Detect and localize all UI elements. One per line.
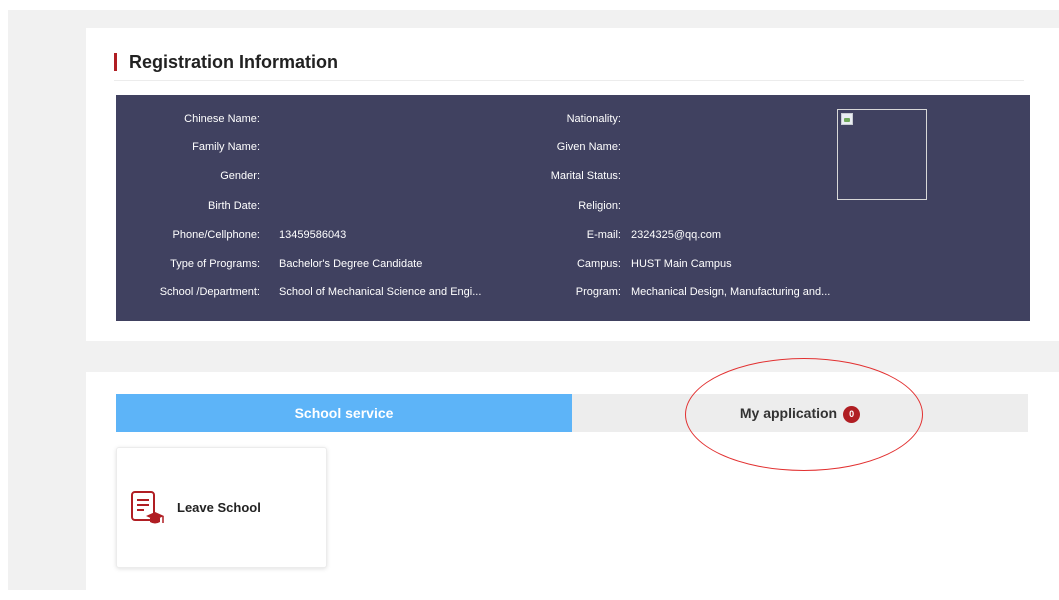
- registration-card: Registration Information Chinese Name: N…: [86, 28, 1059, 341]
- tab-school-service-label: School service: [294, 405, 394, 421]
- student-photo: [837, 109, 927, 200]
- program-type-value: Bachelor's Degree Candidate: [279, 258, 423, 270]
- info-row: Type of Programs: Bachelor's Degree Cand…: [116, 254, 1030, 274]
- gender-label: Gender:: [220, 170, 260, 182]
- tab-school-service[interactable]: School service: [116, 394, 572, 432]
- phone-value: 13459586043: [279, 229, 347, 241]
- program-label: Program:: [575, 286, 621, 298]
- marital-status-label: Marital Status:: [550, 170, 621, 182]
- info-row: School /Department: School of Mechanical…: [116, 282, 1030, 302]
- family-name-label: Family Name:: [192, 141, 260, 153]
- leave-school-document-icon: [131, 491, 164, 524]
- email-value: 2324325@qq.com: [631, 229, 722, 241]
- services-card: School service My application 0 Leave Sch…: [86, 372, 1059, 597]
- service-label: Leave School: [177, 500, 261, 515]
- campus-value: HUST Main Campus: [631, 258, 732, 270]
- section-header: Registration Information: [114, 50, 1024, 81]
- email-label: E-mail:: [586, 229, 621, 241]
- birth-date-label: Birth Date:: [208, 200, 260, 212]
- page-background: Registration Information Chinese Name: N…: [8, 10, 1059, 597]
- program-value: Mechanical Design, Manufacturing and...: [631, 286, 831, 298]
- religion-label: Religion:: [578, 200, 621, 212]
- leave-school-card[interactable]: Leave School: [116, 447, 327, 568]
- title-accent-bar: [114, 53, 117, 71]
- page-title: Registration Information: [129, 52, 339, 72]
- broken-image-icon: [841, 113, 853, 125]
- info-row: Phone/Cellphone: 13459586043 E-mail: 232…: [116, 225, 1030, 245]
- tab-my-application-label: My application: [739, 405, 838, 421]
- chinese-name-label: Chinese Name:: [184, 113, 260, 125]
- given-name-label: Given Name:: [556, 141, 621, 153]
- program-type-label: Type of Programs:: [170, 258, 260, 270]
- application-count-badge: 0: [843, 406, 861, 423]
- phone-label: Phone/Cellphone:: [172, 229, 260, 241]
- nationality-label: Nationality:: [566, 113, 621, 125]
- campus-label: Campus:: [576, 258, 621, 270]
- registration-info-panel: Chinese Name: Nationality: Family Name: …: [116, 95, 1030, 321]
- department-label: School /Department:: [159, 286, 260, 298]
- tab-my-application[interactable]: My application 0: [572, 394, 1028, 432]
